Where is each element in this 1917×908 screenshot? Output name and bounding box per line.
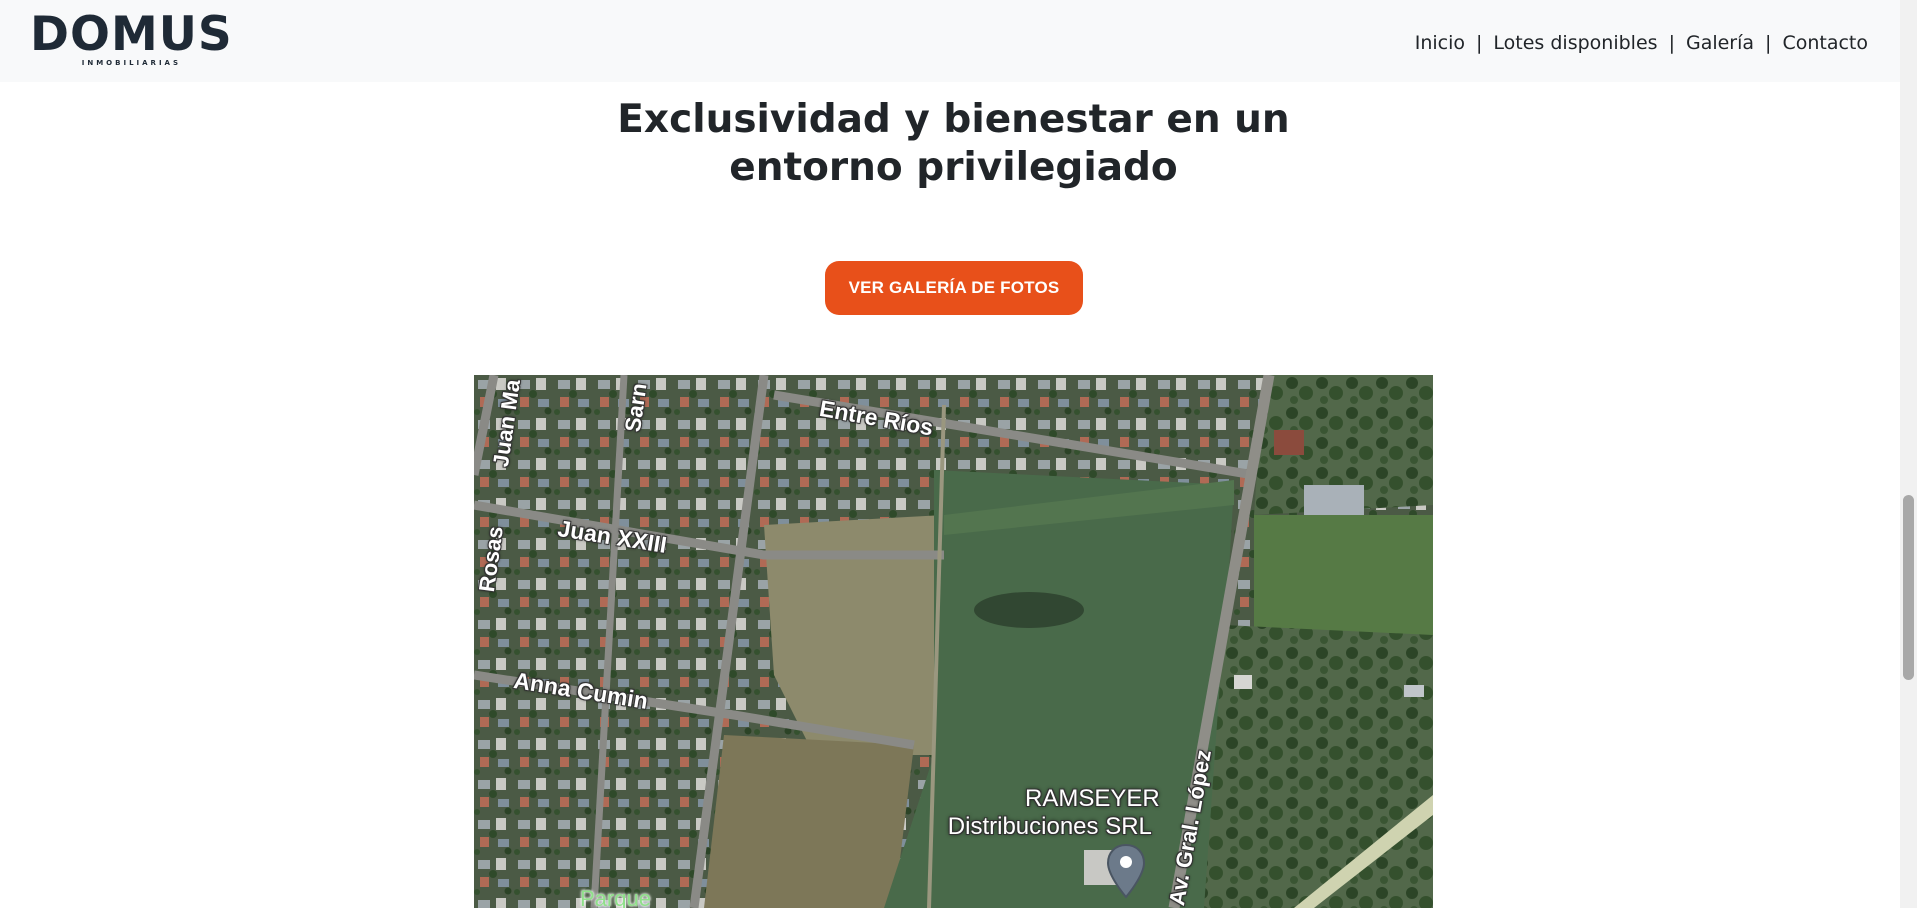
nav-link-inicio[interactable]: Inicio [1415,32,1465,54]
nav-link-contacto[interactable]: Contacto [1782,32,1868,54]
nav-separator: | [1765,32,1772,54]
site-header: DOMUS INMOBILIARIAS Inicio | Lotes dispo… [0,0,1900,82]
brand-tagline: INMOBILIARIAS [81,59,182,67]
page-title-line1: Exclusividad y bienestar en un [617,97,1290,142]
place-name-line1: RAMSEYER [1025,785,1160,812]
brand-logo[interactable]: DOMUS INMOBILIARIAS [30,11,233,67]
nav-link-galeria[interactable]: Galería [1686,32,1754,54]
park-label: Parque [580,886,651,908]
map-pin-icon[interactable] [1106,843,1146,899]
satellite-map[interactable]: Juan Ma Sarn Entre Ríos Juan XXIII Rosas… [474,375,1433,908]
place-name-line2: Distribuciones SRL [947,813,1152,840]
nav-separator: | [1476,32,1483,54]
page-title-line2: entorno privilegiado [729,145,1178,190]
scrollbar-thumb[interactable] [1903,495,1914,680]
photo-gallery-button[interactable]: VER GALERÍA DE FOTOS [825,261,1083,315]
page-scrollbar[interactable] [1900,0,1917,908]
nav-separator: | [1668,32,1675,54]
brand-name: DOMUS [30,7,233,62]
place-label-ramseyer[interactable]: RAMSEYER Distribuciones SRL [940,785,1160,841]
page-title: Exclusividad y bienestar en un entorno p… [0,96,1907,192]
main-nav: Inicio | Lotes disponibles | Galería | C… [1415,32,1868,54]
nav-link-lotes[interactable]: Lotes disponibles [1493,32,1657,54]
